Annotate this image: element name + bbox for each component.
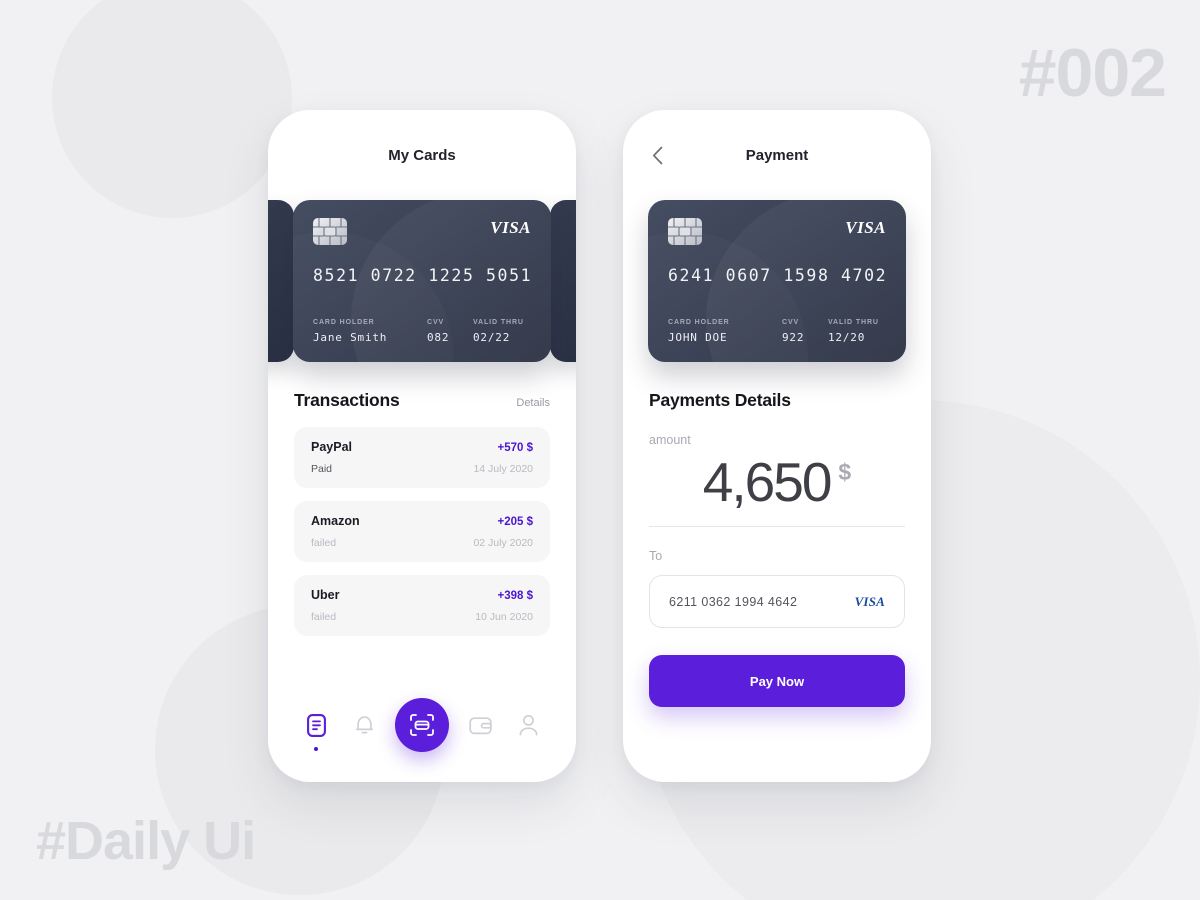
wallet-icon xyxy=(468,716,492,734)
payment-card-area: VISA 6241 0607 1598 4702 CARD HOLDER JOH… xyxy=(623,200,931,362)
amount-value: 4,650 xyxy=(702,451,833,513)
transaction-name: Amazon xyxy=(311,514,360,528)
card-cvv-label: CVV xyxy=(782,319,800,326)
nav-item-wallet[interactable] xyxy=(463,708,497,742)
pay-now-label: Pay Now xyxy=(749,673,805,689)
transaction-name: PayPal xyxy=(311,440,353,454)
card-valid-thru-label: VALID THRU xyxy=(828,319,879,326)
bottom-navigation xyxy=(268,686,576,782)
bell-icon xyxy=(355,716,373,734)
background-decoration xyxy=(0,0,1200,900)
phone-payment: Payment VISA 6241 0607 1598 4702 CARD HO… xyxy=(623,110,931,782)
transactions-list: PayPal +570 $ Paid 14 July 2020 Amazon +205 $… xyxy=(294,427,550,636)
card-cvv-value: 922 xyxy=(782,331,805,344)
nav-scan-card-button[interactable] xyxy=(395,698,449,752)
card-valid-thru-value: 02/22 xyxy=(473,331,511,344)
transactions-details-link[interactable]: Details xyxy=(516,397,550,409)
card-holder-value: JOHN DOE xyxy=(668,331,728,344)
transaction-date: 02 July 2020 xyxy=(473,537,533,549)
decor-circle-top-left xyxy=(52,0,292,218)
currency-symbol: $ xyxy=(838,459,852,485)
visa-logo: VISA xyxy=(845,218,886,237)
nav-active-indicator xyxy=(314,747,318,751)
transaction-status: failed xyxy=(311,611,337,623)
card-holder-value: Jane Smith xyxy=(313,331,388,344)
amount-divider xyxy=(649,526,905,527)
payment-header: Payment xyxy=(623,110,931,200)
emv-chip-icon xyxy=(668,218,702,245)
recipient-card-number: 6211 0362 1994 4642 xyxy=(669,594,798,609)
card-previous[interactable] xyxy=(268,200,294,362)
chevron-left-icon xyxy=(652,146,662,164)
credit-card-payment[interactable]: VISA 6241 0607 1598 4702 CARD HOLDER JOH… xyxy=(648,200,906,362)
transaction-amount: +570 $ xyxy=(497,442,534,454)
credit-card-primary[interactable]: VISA 8521 0722 1225 5051 CARD HOLDER Jan… xyxy=(293,200,551,362)
amount-label: amount xyxy=(649,433,691,447)
transaction-date: 10 Jun 2020 xyxy=(475,611,533,623)
transaction-item[interactable]: PayPal +570 $ Paid 14 July 2020 xyxy=(294,427,550,488)
transactions-title: Transactions xyxy=(294,390,400,410)
recipient-card-field[interactable]: 6211 0362 1994 4642 VISA xyxy=(649,575,905,628)
to-label: To xyxy=(649,549,663,563)
back-button[interactable] xyxy=(645,143,669,167)
scan-card-icon xyxy=(410,714,434,736)
card-number: 8521 0722 1225 5051 xyxy=(313,266,533,285)
transaction-date: 14 July 2020 xyxy=(473,463,533,475)
card-number: 6241 0607 1598 4702 xyxy=(668,266,888,285)
my-cards-header: My Cards xyxy=(268,110,576,200)
payments-details-title: Payments Details xyxy=(649,390,791,410)
card-valid-thru-label: VALID THRU xyxy=(473,319,524,326)
transaction-item[interactable]: Uber +398 $ failed 10 Jun 2020 xyxy=(294,575,550,636)
transaction-amount: +205 $ xyxy=(497,516,534,528)
watermark-dailyui: #Daily Ui xyxy=(36,811,256,871)
card-cvv-label: CVV xyxy=(427,319,445,326)
pay-now-button[interactable]: Pay Now xyxy=(649,655,905,707)
visa-text: VISA xyxy=(854,593,885,609)
transaction-item[interactable]: Amazon +205 $ failed 02 July 2020 xyxy=(294,501,550,562)
card-cvv-value: 082 xyxy=(427,331,450,344)
document-icon xyxy=(306,713,326,737)
transactions-section: Transactions Details PayPal +570 $ Paid 14 … xyxy=(268,390,576,636)
emv-chip-icon xyxy=(313,218,347,245)
transaction-amount: +398 $ xyxy=(497,590,534,602)
card-valid-thru-value: 12/20 xyxy=(828,331,866,344)
visa-logo: VISA xyxy=(490,218,531,237)
nav-item-notifications[interactable] xyxy=(347,708,381,742)
nav-item-profile[interactable] xyxy=(511,708,545,742)
person-icon xyxy=(519,714,537,736)
page-title: Payment xyxy=(745,146,809,164)
payments-details-section: Payments Details amount 4,650 $ To 6211 … xyxy=(623,390,931,707)
card-holder-label: CARD HOLDER xyxy=(313,319,375,326)
card-carousel[interactable]: VISA 8521 0722 1225 5051 CARD HOLDER Jan… xyxy=(268,200,576,362)
card-next[interactable] xyxy=(550,200,576,362)
visa-logo-small: VISA xyxy=(855,594,885,610)
amount-display[interactable]: 4,650 $ xyxy=(649,455,905,526)
watermark-number: #002 xyxy=(1018,35,1167,111)
phone-my-cards: My Cards VISA 8521 0722 1225 5051 CARD H… xyxy=(268,110,576,782)
transaction-status: failed xyxy=(311,537,337,549)
card-holder-label: CARD HOLDER xyxy=(668,319,730,326)
nav-item-transactions[interactable] xyxy=(299,708,333,751)
page-title: My Cards xyxy=(388,146,456,164)
transaction-status: Paid xyxy=(311,463,333,475)
transaction-name: Uber xyxy=(311,588,340,602)
